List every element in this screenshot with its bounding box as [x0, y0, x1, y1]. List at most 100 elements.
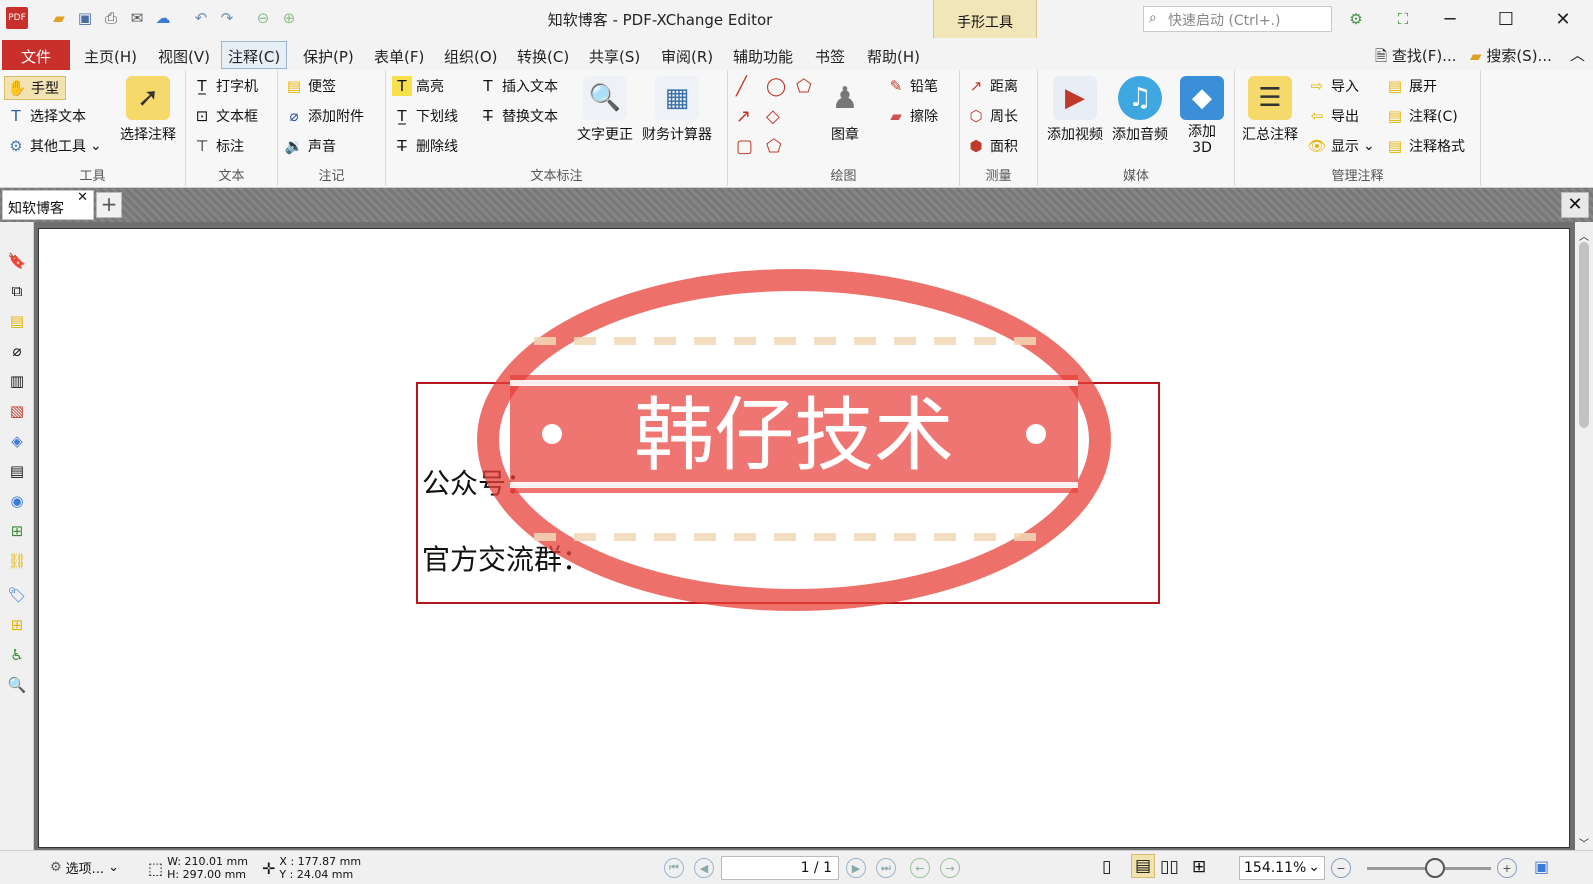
new-tab-button[interactable]: + [96, 192, 122, 218]
next-page-icon[interactable]: ▶ [846, 858, 866, 878]
first-page-icon[interactable]: ⏮ [664, 858, 684, 878]
find-button[interactable]: 🗎 查找(F)... [1375, 45, 1456, 71]
tab-view[interactable]: 视图(V) [158, 46, 210, 67]
cloud-icon[interactable]: ☁ [152, 7, 174, 29]
tab-review[interactable]: 审阅(R) [661, 46, 713, 67]
scroll-up-icon[interactable]: ︿ [1579, 228, 1589, 243]
bookmarks-icon[interactable]: 🔖 [6, 250, 28, 272]
redo-icon[interactable]: ↷ [216, 7, 238, 29]
scrollbar-thumb[interactable] [1579, 242, 1589, 428]
email-icon[interactable]: ✉ [126, 7, 148, 29]
tab-home[interactable]: 主页(H) [84, 46, 137, 67]
replace-text-button[interactable]: T̶ 替换文本 [478, 106, 558, 126]
textbox-button[interactable]: ⊡ 文本框 [192, 106, 258, 126]
insert-text-button[interactable]: T 插入文本 [478, 76, 558, 96]
undo-icon[interactable]: ↶ [190, 7, 212, 29]
strikeout-button[interactable]: T̶ 删除线 [392, 136, 458, 156]
add-audio-button[interactable]: ♫ 添加音频 [1108, 76, 1172, 144]
options-button[interactable]: ⚙ 选项... ⌄ [50, 858, 119, 877]
zoom-out-icon[interactable]: − [1331, 858, 1351, 878]
ui-options-icon[interactable]: ⚙ [1345, 8, 1367, 30]
underline-button[interactable]: T̲ 下划线 [392, 106, 458, 126]
comment-format-button[interactable]: ▤ 注释格式 [1385, 136, 1465, 156]
continuous-page-icon[interactable]: ▤ [1131, 854, 1156, 878]
stamp-watermark[interactable]: 韩仔技术 [474, 267, 1114, 613]
search-panel-icon[interactable]: 🔍 [6, 674, 28, 696]
layers-icon[interactable]: ◈ [6, 430, 28, 452]
typewriter-button[interactable]: T̲ 打字机 [192, 76, 258, 96]
links-icon[interactable]: ⛓ [6, 550, 28, 572]
sticky-note-button[interactable]: ▤ 便签 [284, 76, 336, 96]
accessibility-icon[interactable]: ♿ [6, 644, 28, 666]
tab-help[interactable]: 帮助(H) [867, 46, 920, 67]
pencil-button[interactable]: ✎ 铅笔 [886, 76, 938, 96]
facing-pages-icon[interactable]: ▯▯ [1160, 857, 1179, 877]
add-3d-button[interactable]: ◆ 添加 3D [1176, 76, 1228, 156]
close-tab-icon[interactable]: ✕ [77, 190, 88, 205]
save-icon[interactable]: ▣ [74, 7, 96, 29]
distance-button[interactable]: ↗ 距离 [966, 76, 1018, 96]
tab-share[interactable]: 共享(S) [589, 46, 640, 67]
continuous-facing-icon[interactable]: ⊞ [1192, 857, 1206, 877]
attachments-icon[interactable]: ⌀ [6, 340, 28, 362]
open-folder-icon[interactable]: ▰ [48, 7, 70, 29]
back-icon[interactable]: ⊖ [252, 7, 274, 29]
content-icon[interactable]: ▤ [6, 460, 28, 482]
close-window-button[interactable]: ✕ [1543, 4, 1583, 34]
quick-launch-input[interactable]: ⌕ 快速启动 (Ctrl+.) [1143, 6, 1332, 32]
zoom-level-field[interactable]: 154.11% ⌄ [1239, 856, 1325, 880]
structure-icon[interactable]: ⊞ [6, 520, 28, 542]
hand-tool-button[interactable]: ✋ 手型 [4, 76, 66, 100]
area-button[interactable]: ⬢ 面积 [966, 136, 1018, 156]
fields-icon[interactable]: ⊞ [6, 614, 28, 636]
tags-icon[interactable]: 🏷 [6, 584, 28, 606]
add-video-button[interactable]: ▶ 添加视频 [1044, 76, 1106, 144]
tab-accessibility[interactable]: 辅助功能 [733, 46, 793, 67]
tab-forms[interactable]: 表单(F) [374, 46, 424, 67]
last-page-icon[interactable]: ⏭ [876, 858, 896, 878]
fullscreen-icon[interactable]: ⛶ [1392, 8, 1414, 30]
highlight-button[interactable]: T 高亮 [392, 76, 444, 96]
calculator-button[interactable]: ▦ 财务计算器 [638, 76, 716, 144]
tab-bookmarks[interactable]: 书签 [815, 46, 845, 67]
close-document-button[interactable]: ✕ [1561, 192, 1589, 218]
properties-icon[interactable]: ▥ [6, 370, 28, 392]
select-text-button[interactable]: T 选择文本 [6, 106, 86, 126]
show-button[interactable]: 👁 显示 ⌄ [1307, 136, 1374, 156]
print-icon[interactable]: ⎙ [100, 7, 122, 29]
line-tool-icon[interactable]: ╱ [736, 76, 747, 97]
tab-organize[interactable]: 组织(O) [444, 46, 498, 67]
destinations-icon[interactable]: ◉ [6, 490, 28, 512]
file-menu-button[interactable]: 文件 [2, 40, 70, 70]
forward-icon[interactable]: ⊕ [278, 7, 300, 29]
prev-page-icon[interactable]: ◀ [694, 858, 714, 878]
tab-protect[interactable]: 保护(P) [303, 46, 354, 67]
perimeter-button[interactable]: ⬡ 周长 [966, 106, 1018, 126]
select-annotation-button[interactable]: ➚ 选择注释 [114, 76, 182, 144]
import-button[interactable]: ⇨ 导入 [1307, 76, 1359, 96]
maximize-button[interactable]: ☐ [1486, 4, 1526, 34]
summarize-comments-button[interactable]: ☰ 汇总注释 [1239, 76, 1301, 144]
signatures-icon[interactable]: ▧ [6, 400, 28, 422]
fit-page-icon[interactable]: ▣ [1534, 857, 1549, 876]
expand-button[interactable]: ▤ 展开 [1385, 76, 1437, 96]
rectangle-tool-icon[interactable]: ▢ [736, 136, 753, 157]
attach-file-button[interactable]: ⌀ 添加附件 [284, 106, 364, 126]
search-button[interactable]: ▰ 搜索(S)... [1470, 45, 1552, 66]
arrow-tool-icon[interactable]: ↗ [736, 106, 751, 127]
eraser-button[interactable]: ▰ 擦除 [886, 106, 938, 126]
comments-button[interactable]: ▤ 注释(C) [1385, 106, 1458, 126]
next-view-icon[interactable]: → [940, 858, 960, 878]
document-tab[interactable]: 知软博客 ✕ [2, 190, 94, 220]
zoom-slider-knob[interactable] [1425, 858, 1445, 878]
pentagon-tool-icon[interactable]: ⬠ [766, 136, 782, 157]
collapse-ribbon-icon[interactable]: ︿ [1570, 44, 1585, 65]
text-correct-button[interactable]: 🔍 文字更正 [574, 76, 636, 144]
scroll-down-icon[interactable]: ﹀ [1579, 835, 1589, 850]
vertical-scrollbar[interactable]: ︿ ﹀ [1575, 228, 1593, 850]
tab-comment[interactable]: 注释(C) [221, 41, 288, 69]
tab-convert[interactable]: 转换(C) [517, 46, 569, 67]
comments-panel-icon[interactable]: ▤ [6, 310, 28, 332]
zoom-in-icon[interactable]: + [1497, 858, 1517, 878]
prev-view-icon[interactable]: ← [910, 858, 930, 878]
